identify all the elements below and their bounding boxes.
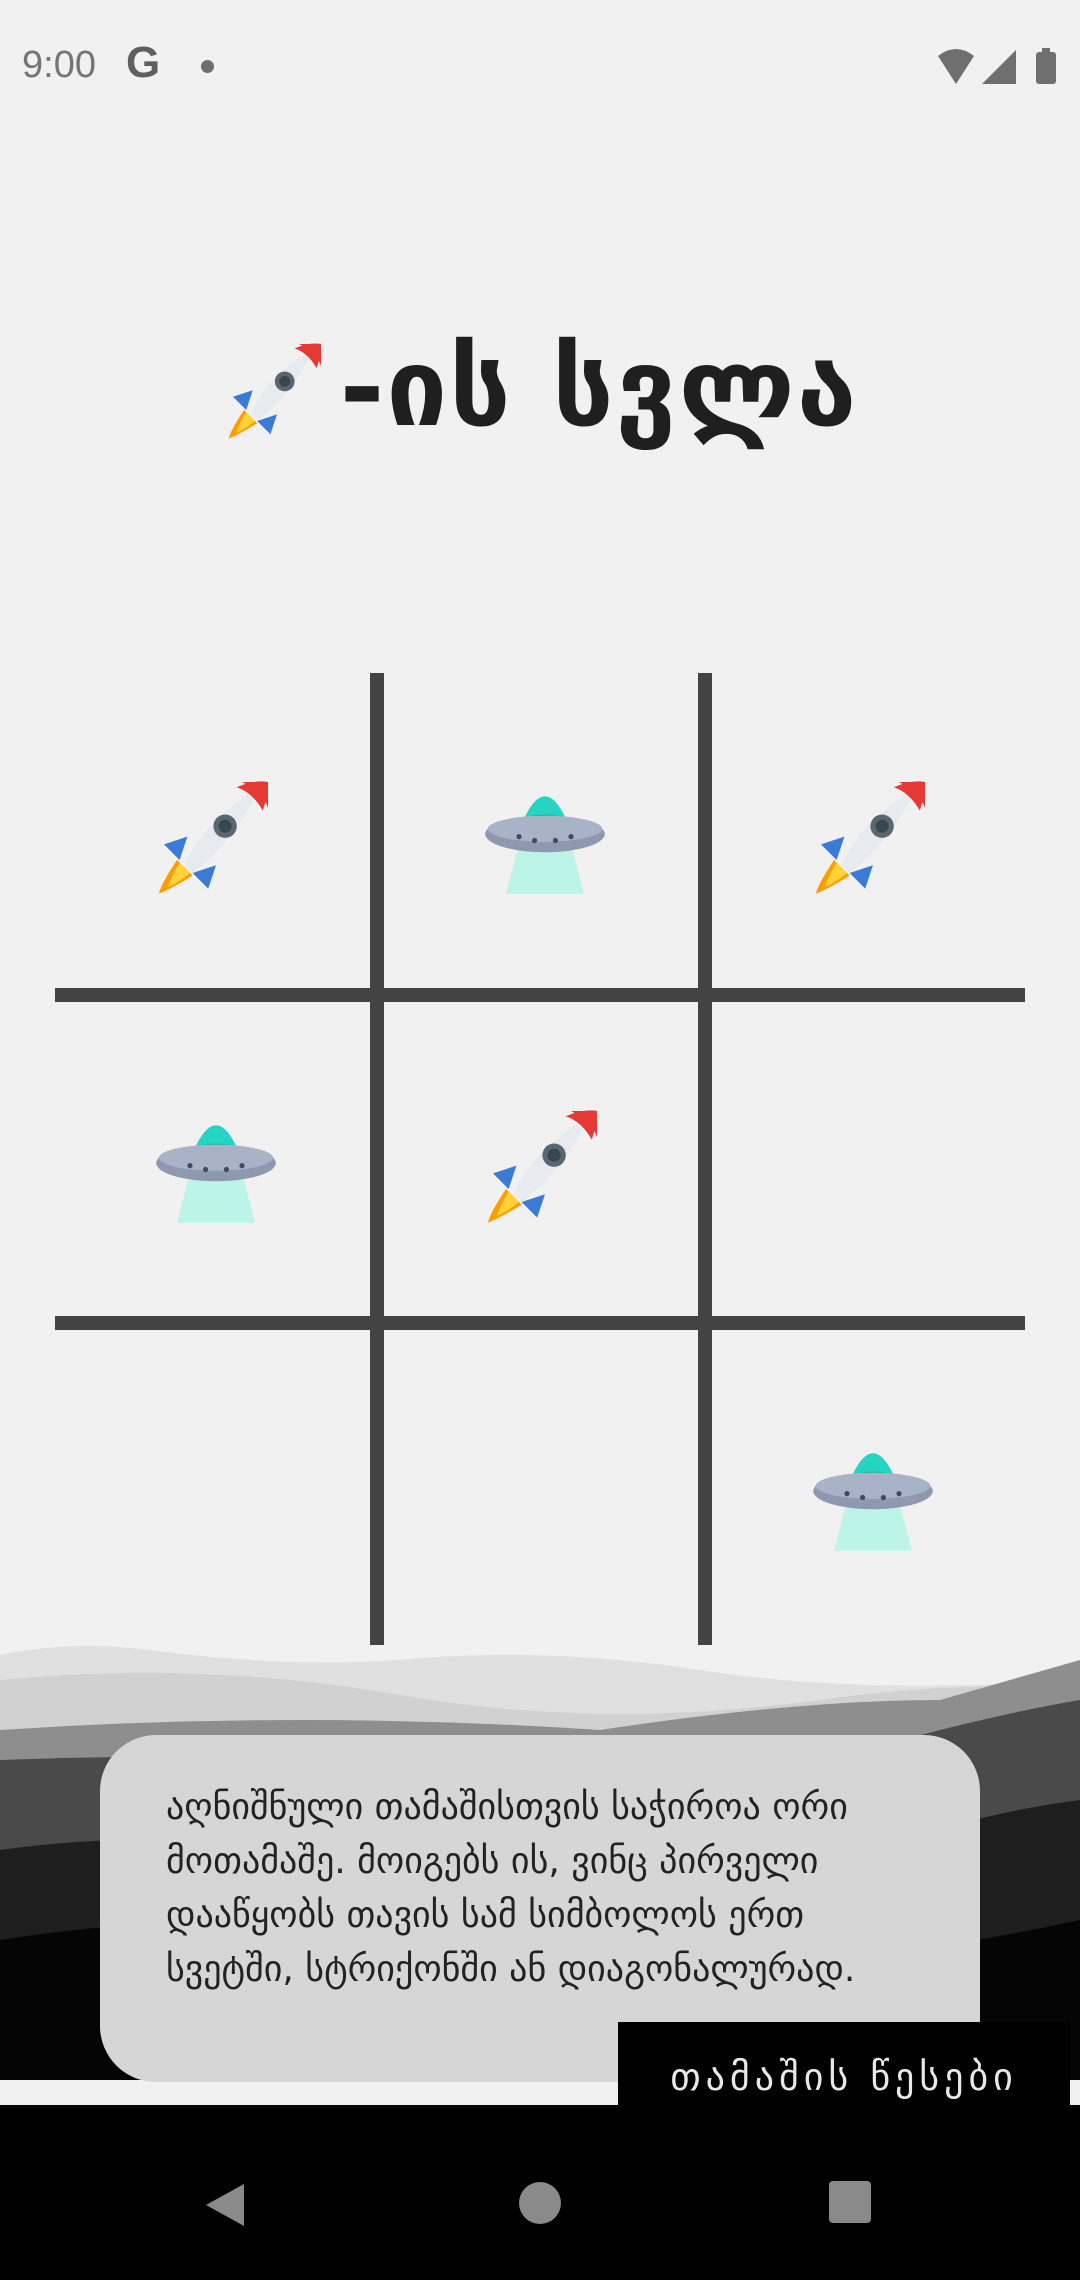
battery-icon	[1036, 52, 1056, 84]
board-cell[interactable]	[712, 673, 1034, 995]
signal-icon	[982, 50, 1016, 84]
ufo-icon	[480, 769, 610, 899]
google-icon: G	[126, 38, 161, 87]
board-cell[interactable]	[55, 673, 377, 995]
rocket-icon	[222, 333, 332, 443]
home-icon[interactable]	[517, 2180, 563, 2226]
rocket-icon	[151, 769, 281, 899]
board-cell[interactable]	[55, 1002, 377, 1324]
board-cell[interactable]	[712, 1002, 1034, 1324]
board-cell[interactable]	[55, 1330, 377, 1652]
board-cell[interactable]	[384, 1330, 706, 1652]
rocket-icon	[808, 769, 938, 899]
title-text: -ის სვლა	[339, 325, 859, 451]
rules-text: აღნიშნული თამაშისთვის საჭიროა ორი მოთამა…	[166, 1787, 856, 1990]
wifi-icon	[938, 49, 974, 84]
turn-title: -ის სვლა	[0, 318, 1080, 458]
recents-icon[interactable]	[828, 2180, 872, 2224]
rocket-icon	[480, 1098, 610, 1228]
ufo-icon	[808, 1426, 938, 1556]
board-cell[interactable]	[384, 1002, 706, 1324]
game-board	[55, 673, 1025, 1645]
board-cell[interactable]	[712, 1330, 1034, 1652]
board-cell[interactable]	[384, 673, 706, 995]
status-time: 9:00	[22, 44, 96, 86]
notification-dot-icon	[201, 60, 214, 73]
status-icons	[938, 48, 1056, 84]
back-icon[interactable]	[200, 2180, 250, 2230]
status-bar: 9:00 G	[0, 0, 1080, 135]
ufo-icon	[151, 1098, 281, 1228]
